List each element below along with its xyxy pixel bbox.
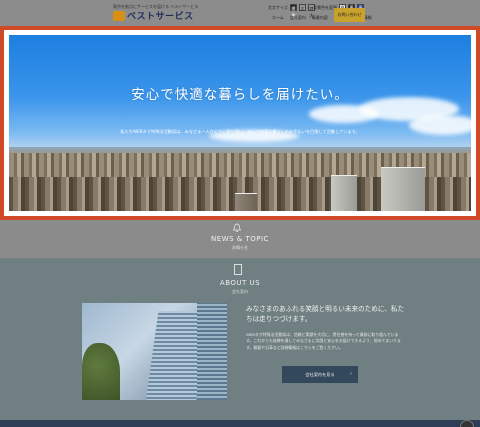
building-shape	[235, 193, 257, 211]
about-subtitle: 会社案内	[232, 289, 248, 294]
about-title: ABOUT US	[219, 279, 261, 287]
hero-image: 安心で快適な暮らしを届けたい。 私たちWEBタグ特殊法活動局は、みなさま一人ひと…	[9, 35, 471, 211]
bell-icon	[232, 223, 242, 233]
page-top-button[interactable]	[460, 420, 474, 427]
site-header: 東京を拠点にサービスを届ける ベストサービス ベストサービス 文字サイズ 標準 …	[0, 0, 480, 26]
tower-building-shape	[381, 167, 425, 211]
chevron-right-icon: ›	[350, 371, 352, 377]
about-building-photo	[82, 303, 227, 400]
hero-subtitle: 私たちWEBタグ特殊法活動局は、みなさま一人ひとりに寄り添い、安心で快適な暮らし…	[120, 129, 360, 134]
glass-tower-shape	[197, 303, 227, 400]
about-more-button[interactable]: 会社案内を見る ›	[282, 366, 358, 383]
nav-item-business[interactable]: 事業内容	[312, 15, 328, 21]
news-section: NEWS & TOPIC お知らせ	[0, 220, 480, 258]
footer-bar	[0, 420, 480, 427]
about-body: WEBタグ特殊法活動局は、信頼と実績を大切に、責任感を持って業務に取り組んでいま…	[246, 332, 401, 350]
nav-item-company[interactable]: 会社案内	[290, 15, 306, 21]
about-heading: みなさまのあふれる笑顔と明るい未来のために、私たちは走りつづけます。	[246, 305, 405, 323]
nav-item-home[interactable]: ホーム	[272, 15, 284, 21]
about-more-label: 会社案内を見る	[305, 372, 335, 377]
news-title: NEWS & TOPIC	[211, 235, 269, 243]
hero-highlight-frame: 安心で快適な暮らしを届けたい。 私たちWEBタグ特殊法活動局は、みなさま一人ひと…	[0, 26, 480, 220]
site-logo[interactable]: ベストサービス	[113, 9, 194, 22]
tower-building-shape	[331, 175, 357, 211]
font-size-label: 文字サイズ	[268, 4, 288, 10]
font-size-switcher: 文字サイズ 標準 大 特大	[268, 4, 315, 18]
news-subtitle: お知らせ	[232, 245, 248, 250]
font-size-large-button[interactable]: 大	[298, 4, 306, 11]
hero-title: 安心で快適な暮らしを届けたい。	[131, 87, 349, 103]
tree-shape	[82, 343, 120, 400]
building-icon	[234, 264, 242, 275]
logo-text: ベストサービス	[127, 12, 194, 22]
logo-mark-icon	[113, 10, 125, 21]
about-section: ABOUT US 会社案内 みなさまのあふれる笑顔と明るい未来のために、私たちは…	[0, 258, 480, 420]
contact-button[interactable]: お問い合わせ	[334, 8, 365, 22]
font-size-normal-button[interactable]: 標準	[289, 4, 297, 18]
page: 東京を拠点にサービスを届ける ベストサービス ベストサービス 文字サイズ 標準 …	[0, 0, 480, 427]
